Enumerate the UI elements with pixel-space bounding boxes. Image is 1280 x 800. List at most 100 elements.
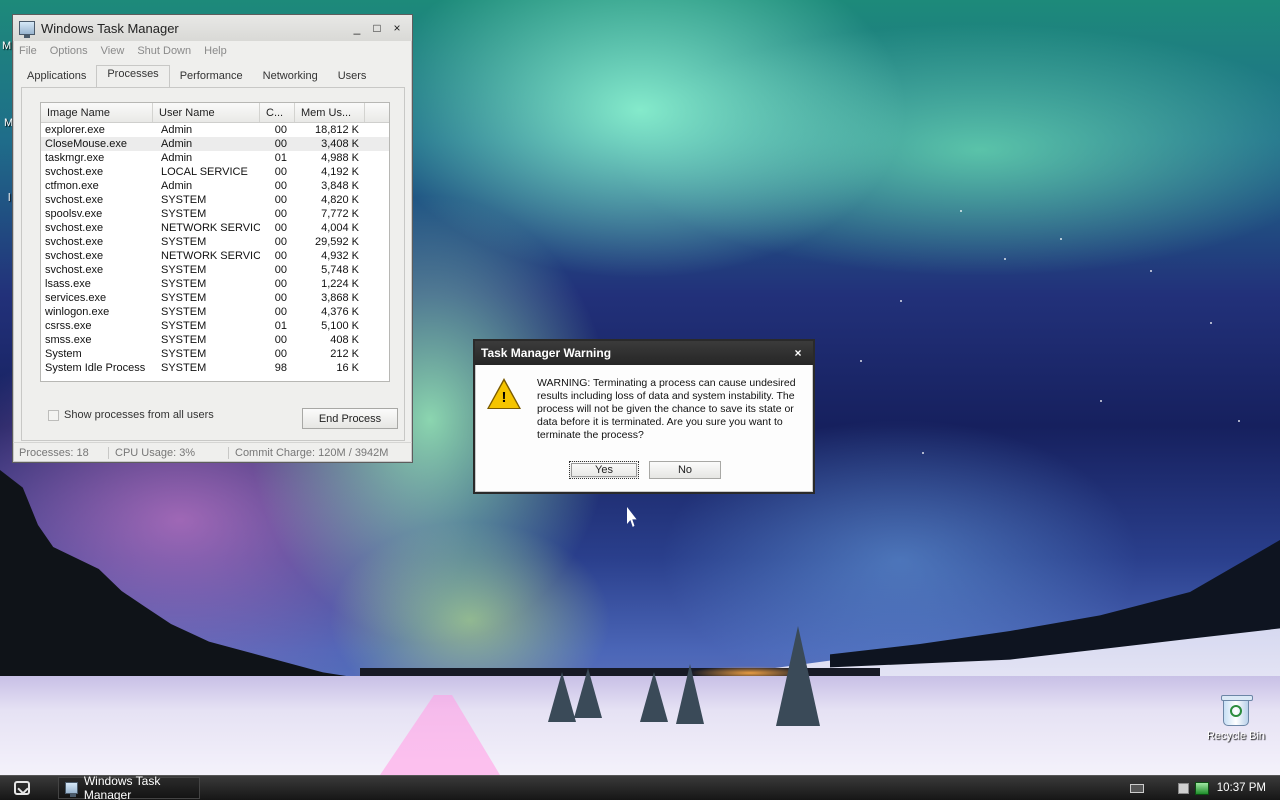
show-all-users-checkbox[interactable] [48, 409, 59, 421]
process-cpu: 00 [274, 124, 287, 136]
process-row[interactable]: csrss.exe SYSTEM 01 5,100 K [41, 319, 389, 333]
process-row[interactable]: svchost.exe NETWORK SERVICE 00 4,004 K [41, 221, 389, 235]
process-mem-usage: 4,376 K [321, 306, 359, 318]
process-cpu: 00 [274, 208, 287, 220]
status-cpu-usage: CPU Usage: 3% [109, 446, 229, 459]
process-list-header: Image Name User Name C... Mem Us... [41, 103, 389, 123]
process-user-name: Admin [161, 152, 193, 164]
process-row[interactable]: explorer.exe Admin 00 18,812 K [41, 123, 389, 137]
process-image-name: explorer.exe [45, 124, 105, 136]
status-bar: Processes: 18 CPU Usage: 3% Commit Charg… [13, 442, 412, 462]
system-tray: 10:37 PM [1129, 776, 1280, 800]
process-cpu: 01 [274, 152, 287, 164]
wallpaper-tree [548, 672, 576, 722]
menu-shut-down[interactable]: Shut Down [137, 45, 191, 57]
process-row[interactable]: winlogon.exe SYSTEM 00 4,376 K [41, 305, 389, 319]
process-row[interactable]: svchost.exe SYSTEM 00 29,592 K [41, 235, 389, 249]
maximize-icon[interactable]: □ [368, 20, 386, 36]
close-icon[interactable]: × [388, 20, 406, 36]
show-all-users-option[interactable]: Show processes from all users [48, 409, 214, 421]
process-cpu: 00 [274, 348, 287, 360]
process-mem-usage: 408 K [330, 334, 359, 346]
process-row[interactable]: svchost.exe LOCAL SERVICE 00 4,192 K [41, 165, 389, 179]
tab-processes[interactable]: Processes [96, 65, 170, 87]
menu-options[interactable]: Options [50, 45, 88, 57]
process-user-name: Admin [161, 124, 193, 136]
process-user-name: SYSTEM [161, 306, 207, 318]
menu-help[interactable]: Help [204, 45, 227, 57]
window-title: Windows Task Manager [41, 20, 179, 36]
warning-message-line: data before it is terminated. Are you su… [537, 416, 783, 428]
yes-button[interactable]: Yes [569, 461, 639, 479]
no-button[interactable]: No [649, 461, 721, 479]
process-cpu: 01 [274, 320, 287, 332]
process-mem-usage: 4,004 K [321, 222, 359, 234]
column-mem-usage[interactable]: Mem Us... [295, 103, 365, 122]
menu-view[interactable]: View [101, 45, 125, 57]
process-mem-usage: 3,848 K [321, 180, 359, 192]
process-user-name: LOCAL SERVICE [161, 166, 248, 178]
tab-networking[interactable]: Networking [253, 67, 328, 87]
process-user-name: SYSTEM [161, 362, 207, 374]
keyboard-icon[interactable] [1129, 783, 1144, 793]
process-user-name: NETWORK SERVICE [161, 222, 260, 234]
network-icon[interactable] [1194, 781, 1209, 795]
column-cpu[interactable]: C... [260, 103, 295, 122]
process-row[interactable]: smss.exe SYSTEM 00 408 K [41, 333, 389, 347]
taskbar-item-task-manager[interactable]: Windows Task Manager [58, 774, 200, 800]
tab-performance[interactable]: Performance [170, 67, 253, 87]
process-mem-usage: 3,868 K [321, 292, 359, 304]
recycle-bin[interactable]: Recycle Bin [1196, 695, 1276, 742]
warning-titlebar[interactable]: Task Manager Warning × [475, 341, 813, 365]
process-image-name: svchost.exe [45, 250, 104, 262]
process-mem-usage: 7,772 K [321, 208, 359, 220]
process-row[interactable]: spoolsv.exe SYSTEM 00 7,772 K [41, 207, 389, 221]
process-image-name: CloseMouse.exe [45, 138, 127, 150]
process-row[interactable]: svchost.exe NETWORK SERVICE 00 4,932 K [41, 249, 389, 263]
process-image-name: services.exe [45, 292, 107, 304]
process-cpu: 00 [274, 180, 287, 192]
process-user-name: SYSTEM [161, 334, 207, 346]
process-mem-usage: 1,224 K [321, 278, 359, 290]
process-row[interactable]: svchost.exe SYSTEM 00 4,820 K [41, 193, 389, 207]
process-row[interactable]: CloseMouse.exe Admin 00 3,408 K [41, 137, 389, 151]
process-user-name: SYSTEM [161, 236, 207, 248]
start-button[interactable] [0, 776, 44, 800]
column-image-name[interactable]: Image Name [41, 103, 153, 122]
menu-file[interactable]: File [19, 45, 37, 57]
process-cpu: 00 [274, 236, 287, 248]
process-row[interactable]: ctfmon.exe Admin 00 3,848 K [41, 179, 389, 193]
process-cpu: 00 [274, 278, 287, 290]
close-icon[interactable]: × [789, 345, 807, 361]
process-image-name: svchost.exe [45, 222, 104, 234]
warning-message-line: WARNING: Terminating a process can cause… [537, 377, 796, 389]
process-row[interactable]: System SYSTEM 00 212 K [41, 347, 389, 361]
process-image-name: ctfmon.exe [45, 180, 99, 192]
process-image-name: winlogon.exe [45, 306, 110, 318]
process-image-name: lsass.exe [45, 278, 91, 290]
task-manager-titlebar[interactable]: Windows Task Manager _ □ × [13, 15, 412, 41]
tab-applications[interactable]: Applications [17, 67, 96, 87]
process-row[interactable]: taskmgr.exe Admin 01 4,988 K [41, 151, 389, 165]
process-row[interactable]: svchost.exe SYSTEM 00 5,748 K [41, 263, 389, 277]
process-row[interactable]: services.exe SYSTEM 00 3,868 K [41, 291, 389, 305]
end-process-button[interactable]: End Process [302, 408, 398, 429]
process-user-name: NETWORK SERVICE [161, 250, 260, 262]
process-row[interactable]: System Idle Process SYSTEM 98 16 K [41, 361, 389, 375]
tray-square-icon[interactable] [1177, 782, 1189, 794]
column-user-name[interactable]: User Name [153, 103, 260, 122]
tab-users[interactable]: Users [328, 67, 377, 87]
process-row[interactable]: lsass.exe SYSTEM 00 1,224 K [41, 277, 389, 291]
wallpaper-tree [574, 668, 602, 718]
process-mem-usage: 29,592 K [314, 236, 359, 248]
process-user-name: SYSTEM [161, 278, 207, 290]
clock[interactable]: 10:37 PM [1217, 782, 1266, 794]
task-manager-app-icon [19, 21, 35, 38]
process-mem-usage: 18,812 K [314, 124, 359, 136]
wallpaper-tree [676, 664, 704, 724]
process-list[interactable]: Image Name User Name C... Mem Us... expl… [40, 102, 390, 382]
process-user-name: SYSTEM [161, 292, 207, 304]
process-mem-usage: 5,748 K [321, 264, 359, 276]
process-user-name: SYSTEM [161, 320, 207, 332]
minimize-icon[interactable]: _ [348, 20, 366, 36]
